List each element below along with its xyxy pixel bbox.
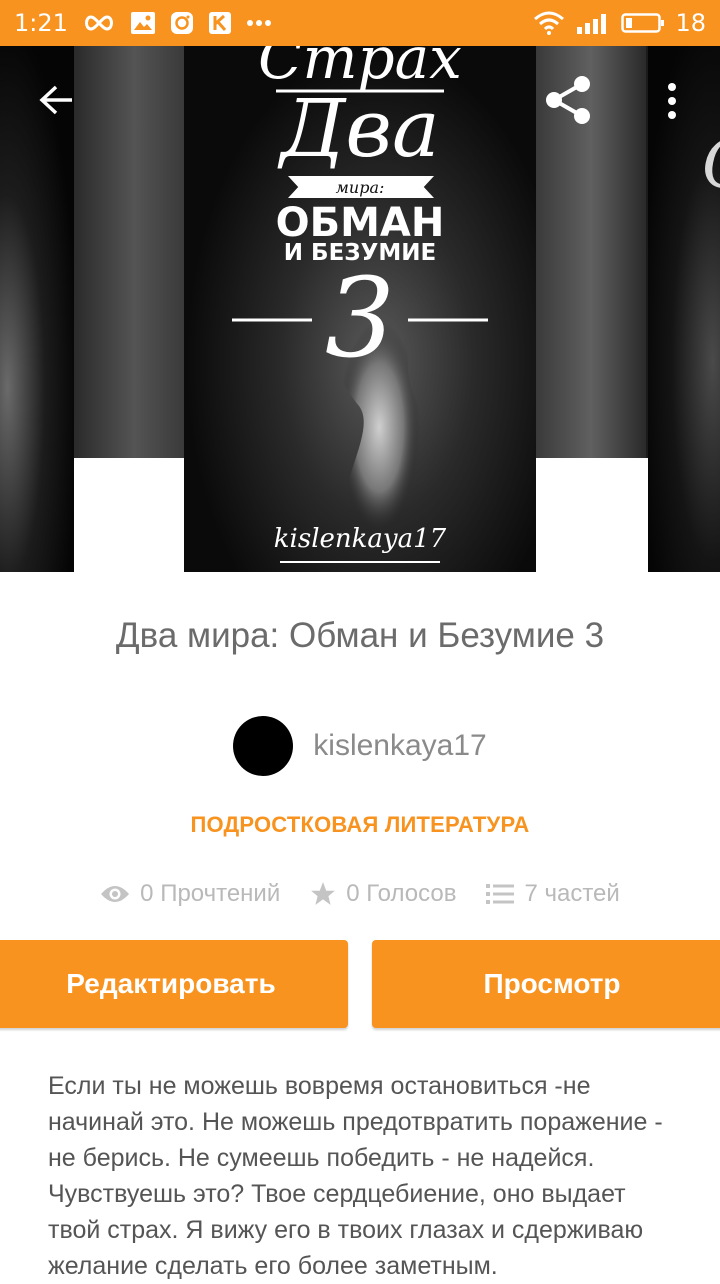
author-row[interactable]: kislenkaya17: [0, 716, 720, 776]
k-app-icon: [208, 11, 232, 35]
cover-author: kislenkaya17: [273, 524, 447, 554]
signal-icon: [575, 11, 611, 35]
parts-count: 7 частей: [524, 880, 620, 907]
cover-bottom-rule: [280, 561, 440, 563]
back-arrow-icon: [39, 85, 72, 115]
instagram-icon: [170, 11, 194, 35]
cover-backdrop-left: [74, 458, 184, 572]
share-icon: [546, 76, 590, 124]
author-name[interactable]: kislenkaya17: [313, 729, 486, 763]
cover-blur-left: [74, 46, 184, 458]
edit-button[interactable]: Редактировать: [0, 940, 348, 1028]
share-button[interactable]: [540, 72, 596, 128]
votes-count: 0 Голосов: [346, 880, 457, 907]
reads-stat: 0 Прочтений: [100, 880, 280, 908]
votes-stat: 0 Голосов: [310, 880, 456, 908]
cover-number: 3: [325, 254, 395, 382]
cover-line3: мира:: [335, 178, 385, 197]
star-icon: [311, 882, 336, 905]
back-button[interactable]: [30, 80, 82, 120]
list-icon: [486, 884, 515, 904]
status-bar: 1:21 18: [0, 0, 720, 46]
battery-icon: [621, 11, 665, 35]
more-dots-icon: [246, 19, 272, 27]
parts-stat[interactable]: 7 частей: [486, 880, 620, 908]
book-title: Два мира: Обман и Безумие 3: [115, 616, 605, 655]
author-avatar[interactable]: [233, 716, 294, 776]
image-icon: [130, 11, 156, 35]
book-cover[interactable]: Страх Два мира: ОБМАН И БЕЗУМИЕ 3 kislen…: [184, 46, 536, 572]
book-stats: 0 Прочтений 0 Голосов 7 частей: [0, 874, 720, 914]
eye-icon: [101, 886, 130, 902]
cover-line2: Два: [280, 82, 440, 175]
book-description: Если ты не можешь вовремя остановиться -…: [48, 1072, 663, 1280]
overflow-menu-button[interactable]: [656, 76, 688, 126]
previous-cover[interactable]: [0, 46, 74, 572]
battery-level: 18: [675, 9, 706, 37]
cover-backdrop-right: [536, 458, 648, 572]
preview-button[interactable]: Просмотр: [372, 940, 720, 1028]
infinity-icon: [82, 13, 116, 33]
category-link[interactable]: ПОДРОСТКОВАЯ ЛИТЕРАТУРА: [0, 812, 720, 838]
overflow-menu-icon: [668, 83, 676, 119]
wifi-icon: [533, 11, 565, 35]
reads-count: 0 Прочтений: [140, 880, 281, 907]
status-time: 1:21: [14, 9, 68, 37]
next-cover-text: С: [702, 126, 720, 203]
cover-carousel[interactable]: С Страх Два мира: ОБМАН И БЕЗУМИЕ 3 kisl…: [0, 46, 720, 572]
